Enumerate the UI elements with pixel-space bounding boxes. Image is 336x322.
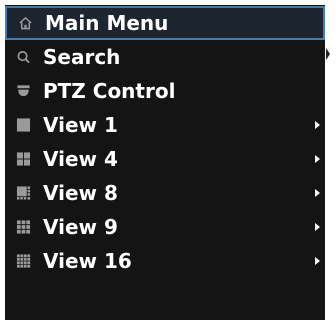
ptz-dome-icon — [17, 85, 30, 97]
menu-item-label: Search — [43, 45, 121, 69]
view-1-icon — [16, 118, 31, 132]
view-9-icon — [16, 220, 31, 234]
submenu-arrow-icon — [315, 257, 320, 265]
menu-edge-pointer — [326, 48, 330, 60]
menu-item-search[interactable]: Search — [5, 40, 325, 74]
submenu-arrow-icon — [315, 121, 320, 129]
submenu-arrow-icon — [315, 223, 320, 231]
menu-item-label: PTZ Control — [43, 79, 176, 103]
menu-item-ptz-control[interactable]: PTZ Control — [5, 74, 325, 108]
menu-item-view-9[interactable]: View 9 — [5, 210, 325, 244]
menu-item-label: View 1 — [43, 113, 118, 137]
menu-item-label: Main Menu — [45, 11, 169, 35]
menu-item-view-8[interactable]: View 8 — [5, 176, 325, 210]
menu-item-view-16[interactable]: View 16 — [5, 244, 325, 278]
view-8-icon — [16, 186, 31, 200]
view-16-icon — [16, 254, 31, 268]
menu-item-view-4[interactable]: View 4 — [5, 142, 325, 176]
home-icon — [19, 16, 32, 30]
menu-item-label: View 16 — [43, 249, 132, 273]
search-icon — [17, 51, 30, 64]
menu-item-view-1[interactable]: View 1 — [5, 108, 325, 142]
view-4-icon — [16, 152, 31, 166]
submenu-arrow-icon — [315, 155, 320, 163]
menu-item-label: View 8 — [43, 181, 118, 205]
menu-item-label: View 4 — [43, 147, 118, 171]
menu-item-label: View 9 — [43, 215, 118, 239]
menu-item-main-menu[interactable]: Main Menu — [5, 6, 325, 40]
context-menu: Main Menu Search PTZ Control View 1 View… — [5, 5, 325, 320]
submenu-arrow-icon — [315, 189, 320, 197]
